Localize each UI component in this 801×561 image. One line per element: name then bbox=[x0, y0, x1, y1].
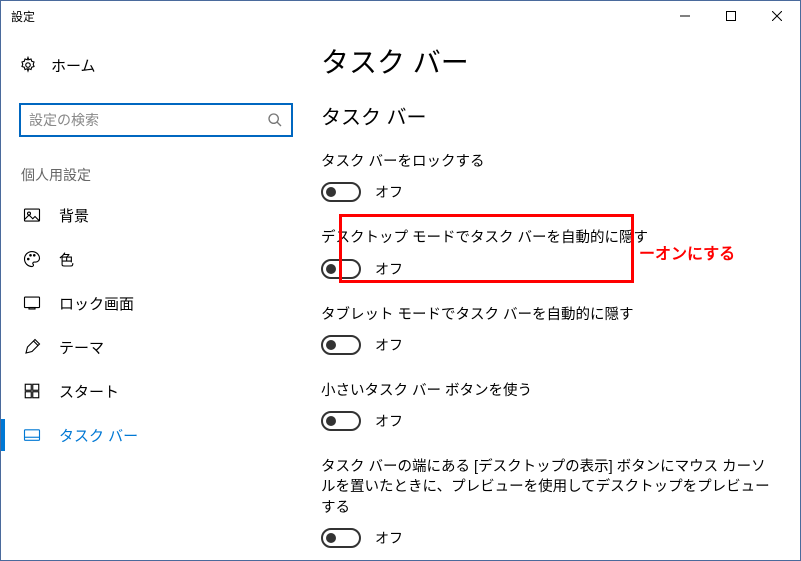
gear-icon bbox=[19, 56, 37, 74]
setting-lock-taskbar: タスク バーをロックする オフ bbox=[321, 152, 770, 202]
theme-icon bbox=[23, 338, 41, 356]
close-button[interactable] bbox=[754, 1, 800, 31]
page-title: タスク バー bbox=[321, 41, 770, 81]
toggle-autohide-tablet[interactable] bbox=[321, 335, 361, 355]
toggle-peek-preview[interactable] bbox=[321, 528, 361, 548]
setting-label: タスク バーをロックする bbox=[321, 152, 770, 172]
taskbar-icon bbox=[23, 426, 41, 444]
nav-label: テーマ bbox=[59, 337, 104, 358]
sidebar-item-start[interactable]: スタート bbox=[19, 369, 293, 413]
toggle-lock-taskbar[interactable] bbox=[321, 182, 361, 202]
setting-label: タスク バーの端にある [デスクトップの表示] ボタンにマウス カーソルを置いた… bbox=[321, 457, 770, 518]
minimize-button[interactable] bbox=[662, 1, 708, 31]
start-icon bbox=[23, 382, 41, 400]
toggle-autohide-desktop[interactable] bbox=[321, 259, 361, 279]
toggle-state: オフ bbox=[375, 528, 403, 548]
main-panel: タスク バー タスク バー タスク バーをロックする オフ デスクトップ モード… bbox=[311, 31, 800, 560]
nav-label: ロック画面 bbox=[59, 293, 134, 314]
window-title: 設定 bbox=[11, 8, 35, 25]
home-label: ホーム bbox=[51, 55, 96, 76]
nav-label: スタート bbox=[59, 381, 119, 402]
setting-small-buttons: 小さいタスク バー ボタンを使う オフ bbox=[321, 381, 770, 431]
sidebar-item-taskbar[interactable]: タスク バー bbox=[19, 413, 293, 457]
palette-icon bbox=[23, 250, 41, 268]
setting-label: 小さいタスク バー ボタンを使う bbox=[321, 381, 770, 401]
sidebar-item-themes[interactable]: テーマ bbox=[19, 325, 293, 369]
search-box[interactable] bbox=[19, 103, 293, 137]
setting-autohide-tablet: タブレット モードでタスク バーを自動的に隠す オフ bbox=[321, 305, 770, 355]
sidebar-item-background[interactable]: 背景 bbox=[19, 193, 293, 237]
nav-label: 色 bbox=[59, 249, 74, 270]
toggle-small-buttons[interactable] bbox=[321, 411, 361, 431]
nav-label: タスク バー bbox=[59, 425, 138, 446]
titlebar: 設定 bbox=[1, 1, 800, 31]
setting-peek-preview: タスク バーの端にある [デスクトップの表示] ボタンにマウス カーソルを置いた… bbox=[321, 457, 770, 548]
toggle-state: オフ bbox=[375, 182, 403, 202]
maximize-button[interactable] bbox=[708, 1, 754, 31]
toggle-state: オフ bbox=[375, 411, 403, 431]
nav-label: 背景 bbox=[59, 205, 89, 226]
toggle-state: オフ bbox=[375, 259, 403, 279]
setting-label: タブレット モードでタスク バーを自動的に隠す bbox=[321, 305, 770, 325]
sub-title: タスク バー bbox=[321, 101, 770, 130]
search-icon bbox=[267, 112, 283, 128]
sidebar-item-colors[interactable]: 色 bbox=[19, 237, 293, 281]
sidebar: ホーム 個人用設定 背景 色 bbox=[1, 31, 311, 560]
picture-icon bbox=[23, 206, 41, 224]
setting-label: デスクトップ モードでタスク バーを自動的に隠す bbox=[321, 228, 770, 248]
setting-autohide-desktop: デスクトップ モードでタスク バーを自動的に隠す オフ bbox=[321, 228, 770, 278]
search-input[interactable] bbox=[29, 112, 267, 128]
lockscreen-icon bbox=[23, 294, 41, 312]
sidebar-item-lockscreen[interactable]: ロック画面 bbox=[19, 281, 293, 325]
toggle-state: オフ bbox=[375, 335, 403, 355]
section-label: 個人用設定 bbox=[19, 165, 293, 185]
home-link[interactable]: ホーム bbox=[19, 43, 293, 87]
